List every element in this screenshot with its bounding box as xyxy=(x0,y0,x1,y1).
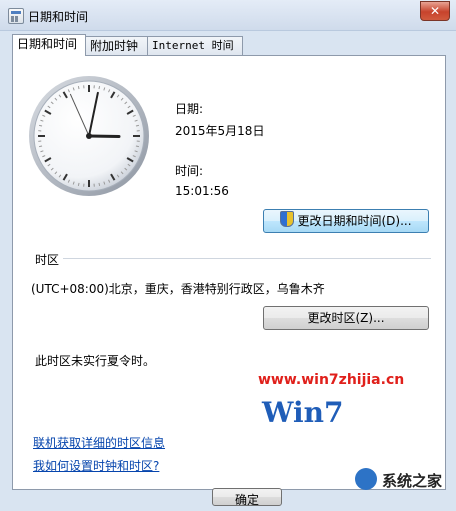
tab-panel: 日期: 2015年5月18日 时间: 15:01:56 更改日期和时间(D)..… xyxy=(12,55,446,490)
timezone-divider xyxy=(63,258,431,259)
dst-note: 此时区未实行夏令时。 xyxy=(35,352,155,369)
hour-hand xyxy=(89,136,119,137)
ok-button[interactable]: 确定 xyxy=(212,488,282,506)
how-to-set-clock-link[interactable]: 我如何设置时钟和时区? xyxy=(33,457,159,474)
minute-tick xyxy=(39,146,42,147)
tab-internet-time[interactable]: Internet 时间 xyxy=(147,36,243,55)
site-logo: 系统之家 xyxy=(354,462,454,496)
date-value: 2015年5月18日 xyxy=(175,122,264,139)
window-title: 日期和时间 xyxy=(28,8,88,25)
minute-tick xyxy=(99,86,100,89)
online-timezone-info-link[interactable]: 联机获取详细的时区信息 xyxy=(33,434,165,451)
minute-tick xyxy=(136,125,139,126)
time-value: 15:01:56 xyxy=(175,184,229,198)
date-label: 日期: xyxy=(175,100,203,117)
timezone-value: (UTC+08:00)北京，重庆，香港特别行政区，乌鲁木齐 xyxy=(31,280,325,297)
win7-logo-text: Win7 xyxy=(261,396,343,429)
clock-center xyxy=(86,133,92,139)
tab-additional-clocks[interactable]: 附加时钟 xyxy=(85,36,149,55)
calendar-clock-icon xyxy=(8,8,24,24)
time-label: 时间: xyxy=(175,162,203,179)
uac-shield-icon xyxy=(280,211,294,227)
tab-date-and-time[interactable]: 日期和时间 xyxy=(12,34,86,56)
change-timezone-button[interactable]: 更改时区(Z)... xyxy=(263,306,429,330)
site-logo-mark xyxy=(355,468,377,490)
minute-tick xyxy=(39,125,42,126)
minute-tick xyxy=(136,146,139,147)
site-logo-text: 系统之家 xyxy=(382,472,442,490)
minute-tick xyxy=(99,183,100,186)
watermark-url: www.win7zhijia.cn xyxy=(258,372,404,388)
change-date-time-button[interactable]: 更改日期和时间(D)... xyxy=(263,209,429,233)
title-bar: 日期和时间 ✕ xyxy=(0,0,456,31)
minute-tick xyxy=(78,86,79,89)
win7-logo: Win7 xyxy=(260,392,352,432)
change-date-time-label: 更改日期和时间(D)... xyxy=(297,214,411,228)
minute-tick xyxy=(78,183,79,186)
analog-clock xyxy=(27,74,151,198)
close-button[interactable]: ✕ xyxy=(420,1,450,21)
timezone-section-label: 时区 xyxy=(35,251,59,268)
